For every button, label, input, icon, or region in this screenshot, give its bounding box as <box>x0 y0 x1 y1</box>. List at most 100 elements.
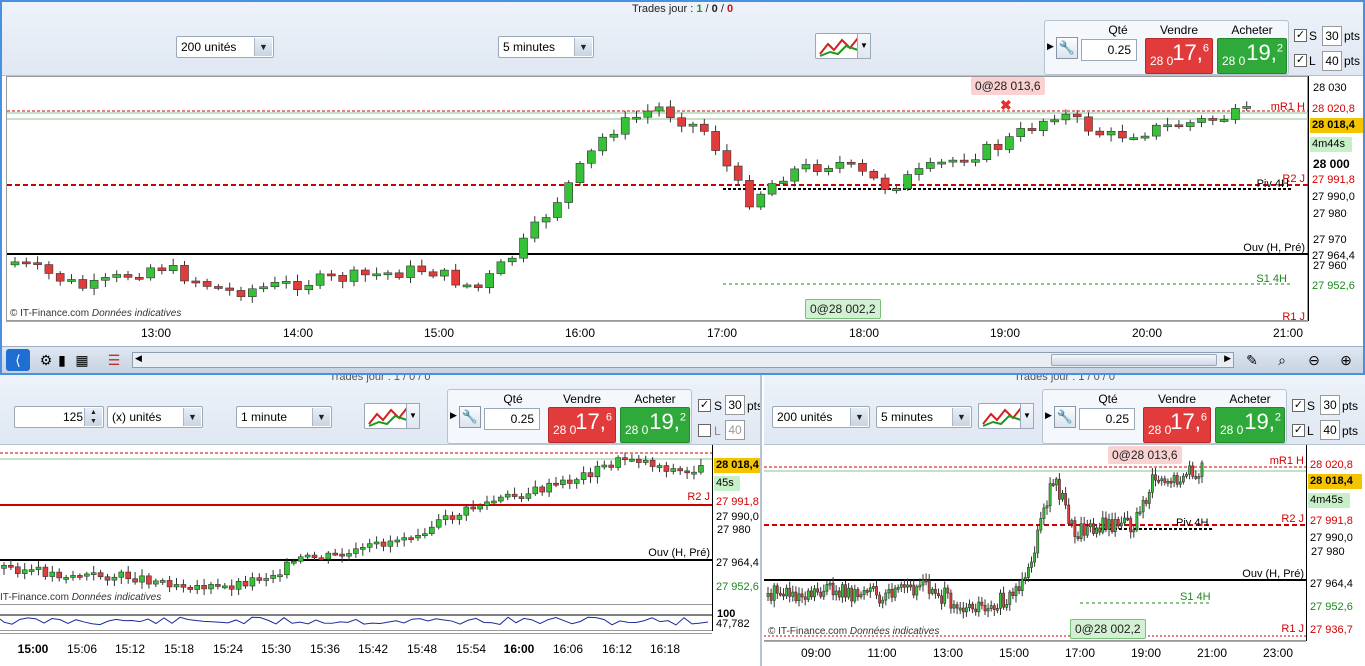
limit-checkbox[interactable]: ✓ <box>1292 424 1305 437</box>
orders-list-icon[interactable]: ☰ <box>102 349 126 371</box>
chevron-down-icon: ▼ <box>850 408 868 426</box>
candle <box>903 584 906 588</box>
draw-tool-icon[interactable]: ✎ <box>1240 349 1264 371</box>
qty-input[interactable]: 0.25 <box>1079 408 1135 430</box>
wrench-icon[interactable]: 🔧 <box>459 406 481 428</box>
qty-input[interactable]: 0.25 <box>1081 39 1137 61</box>
qty-input[interactable]: 0.25 <box>484 408 540 430</box>
candle <box>887 589 891 594</box>
panel-collapse-arrow[interactable]: ▶ <box>1047 41 1054 52</box>
candle <box>442 515 449 520</box>
scroll-right-arrow[interactable]: ▶ <box>1224 353 1231 364</box>
piv-line-label: Piv 4H <box>1176 517 1209 529</box>
bl-qty-spinner[interactable]: 125 ▲ ▼ <box>14 406 104 428</box>
candle <box>256 577 263 581</box>
br-units-select[interactable]: 200 unités ▼ <box>772 406 870 428</box>
candle <box>1070 520 1074 524</box>
limit-checkbox[interactable] <box>698 424 711 437</box>
scroll-thumb[interactable] <box>1051 354 1217 366</box>
candle <box>225 287 234 291</box>
lower-order-tag[interactable]: 0@28 002,2 <box>1070 619 1146 639</box>
candle <box>974 608 978 613</box>
units-select[interactable]: 200 unités ▼ <box>176 36 274 58</box>
top-chart-toolbar: ⟨ ⚙ ▮ ▦ ☰ ◀ ▶ ✎ ⌕ ⊖ ⊕ <box>2 346 1363 373</box>
cancel-order-icon[interactable]: ✖ <box>1000 97 1012 114</box>
panel-collapse-arrow[interactable]: ▶ <box>1045 410 1052 421</box>
br-plot-area[interactable]: mR1 H R2 J Piv 4H Ouv (H, Pré) S1 4H R1 … <box>764 445 1306 641</box>
candle <box>1185 122 1195 127</box>
stop-points-input[interactable]: 30 <box>1320 395 1340 415</box>
candle <box>772 585 776 601</box>
lower-order-tag[interactable]: 0@28 002,2 <box>805 299 881 319</box>
bl-units-select[interactable]: (x) unités ▼ <box>107 406 203 428</box>
zoom-out-icon[interactable]: ⊖ <box>1302 349 1326 371</box>
stop-checkbox[interactable]: ✓ <box>1292 399 1305 412</box>
upper-order-tag[interactable]: 0@28 013,6 <box>971 77 1045 95</box>
upper-order-tag[interactable]: 0@28 013,6 <box>1108 446 1182 464</box>
br-chart-tools-dropdown[interactable]: ▼ <box>1020 403 1034 429</box>
candle <box>1175 475 1179 485</box>
limit-points-input[interactable]: 40 <box>725 420 745 440</box>
candle <box>881 599 885 604</box>
candle <box>869 170 879 179</box>
stop-checkbox[interactable]: ✓ <box>698 399 711 412</box>
zoom-fit-icon[interactable]: ⌕ <box>1270 349 1294 371</box>
period-select[interactable]: 5 minutes ▼ <box>498 36 594 58</box>
candle <box>937 593 940 597</box>
limit-label: L <box>1307 424 1314 438</box>
wrench-icon[interactable]: 🔧 <box>1054 406 1076 428</box>
stop-points-input[interactable]: 30 <box>1322 26 1342 46</box>
candle <box>208 584 214 590</box>
candle <box>496 261 506 274</box>
chart-tools-button[interactable] <box>815 33 861 59</box>
sell-button[interactable]: 28 0 17,6 <box>1145 38 1213 74</box>
candle <box>1054 478 1058 486</box>
limit-checkbox[interactable]: ✓ <box>1294 54 1307 67</box>
zoom-in-icon[interactable]: ⊕ <box>1334 349 1358 371</box>
top-plot-area[interactable]: mR1 H R2 J Piv 4H Ouv (H, Pré) S1 4H R1 … <box>6 76 1309 323</box>
candle <box>401 537 408 541</box>
candle <box>1113 519 1117 533</box>
candle <box>955 604 959 609</box>
chart-tools-dropdown[interactable]: ▼ <box>857 33 871 59</box>
buy-button[interactable]: 28 0 19,2 <box>620 407 690 443</box>
limit-points-input[interactable]: 40 <box>1322 51 1342 71</box>
bl-period-select[interactable]: 1 minute ▼ <box>236 406 332 428</box>
stop-checkbox[interactable]: ✓ <box>1294 29 1307 42</box>
candle <box>406 265 415 278</box>
horizontal-scrollbar[interactable]: ◀ ▶ <box>132 352 1234 368</box>
buy-button[interactable]: 28 0 19,2 <box>1217 38 1287 74</box>
candle <box>971 159 980 163</box>
candle <box>850 587 854 602</box>
y-tick: 27 960 <box>1313 260 1347 272</box>
candle <box>451 269 461 286</box>
bl-plot-area[interactable]: R2 J Ouv (H, Pré) IT-Finance.com Données… <box>0 445 712 605</box>
sell-button[interactable]: 28 0 17,6 <box>1143 407 1211 443</box>
candle <box>35 566 42 570</box>
limit-points-input[interactable]: 40 <box>1320 420 1340 440</box>
buy-button[interactable]: 28 0 19,2 <box>1215 407 1285 443</box>
stop-points-input[interactable]: 30 <box>725 395 745 415</box>
candle <box>263 578 270 581</box>
candle <box>49 571 56 577</box>
br-period-select[interactable]: 5 minutes ▼ <box>876 406 972 428</box>
sell-button[interactable]: 28 0 17,6 <box>548 407 616 443</box>
panel-collapse-arrow[interactable]: ▶ <box>450 410 457 421</box>
wrench-icon[interactable]: 🔧 <box>1056 37 1078 59</box>
bl-chart-tools-button[interactable] <box>364 403 410 429</box>
candle <box>387 540 394 547</box>
x-tick: 15:48 <box>406 642 438 656</box>
candle <box>598 136 607 152</box>
candle <box>635 458 642 463</box>
x-tick: 17:00 <box>706 326 738 340</box>
calculator-icon[interactable]: ▦ <box>70 349 94 371</box>
candle <box>1011 591 1015 596</box>
scroll-left-arrow[interactable]: ◀ <box>135 353 142 364</box>
bl-chart-tools-dropdown[interactable]: ▼ <box>406 403 420 429</box>
candle <box>722 150 732 167</box>
br-chart-tools-button[interactable] <box>978 403 1024 429</box>
candle <box>587 472 594 478</box>
candle <box>1169 480 1173 484</box>
share-icon[interactable]: ⟨ <box>6 349 30 371</box>
ouv-line-label: Ouv (H, Pré) <box>648 547 710 559</box>
